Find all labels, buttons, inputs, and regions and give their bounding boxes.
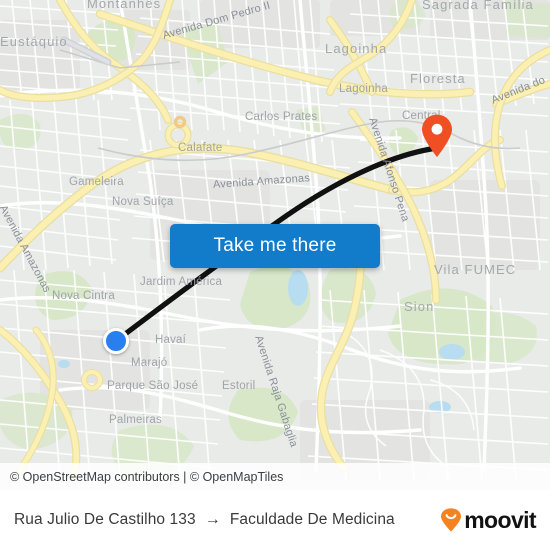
- footer-bar: Rua Julio De Castilho 133 → Faculdade De…: [0, 490, 550, 550]
- map-canvas[interactable]: Montanhês Sagrada Família Eustáquio Lago…: [0, 0, 550, 490]
- destination-pin-marker[interactable]: [421, 114, 453, 158]
- trip-origin-label: Rua Julio De Castilho 133: [14, 511, 196, 528]
- origin-marker[interactable]: [103, 328, 129, 354]
- attribution-text[interactable]: © OpenStreetMap contributors | © OpenMap…: [10, 470, 283, 484]
- arrow-right-icon: →: [204, 511, 221, 528]
- moovit-wordmark: moovit: [464, 506, 536, 533]
- map-attribution: © OpenStreetMap contributors | © OpenMap…: [0, 463, 550, 490]
- map-pin-icon: [422, 114, 452, 157]
- moovit-logo[interactable]: moovit: [440, 506, 537, 533]
- take-me-there-label: Take me there: [213, 235, 337, 256]
- trip-destination-label: Faculdade De Medicina: [229, 511, 395, 528]
- moovit-route-screen: Montanhês Sagrada Família Eustáquio Lago…: [0, 0, 550, 550]
- moovit-pin-icon: [441, 508, 462, 532]
- trip-summary: Rua Julio De Castilho 133 → Faculdade De…: [14, 511, 440, 529]
- take-me-there-button[interactable]: Take me there: [170, 224, 380, 268]
